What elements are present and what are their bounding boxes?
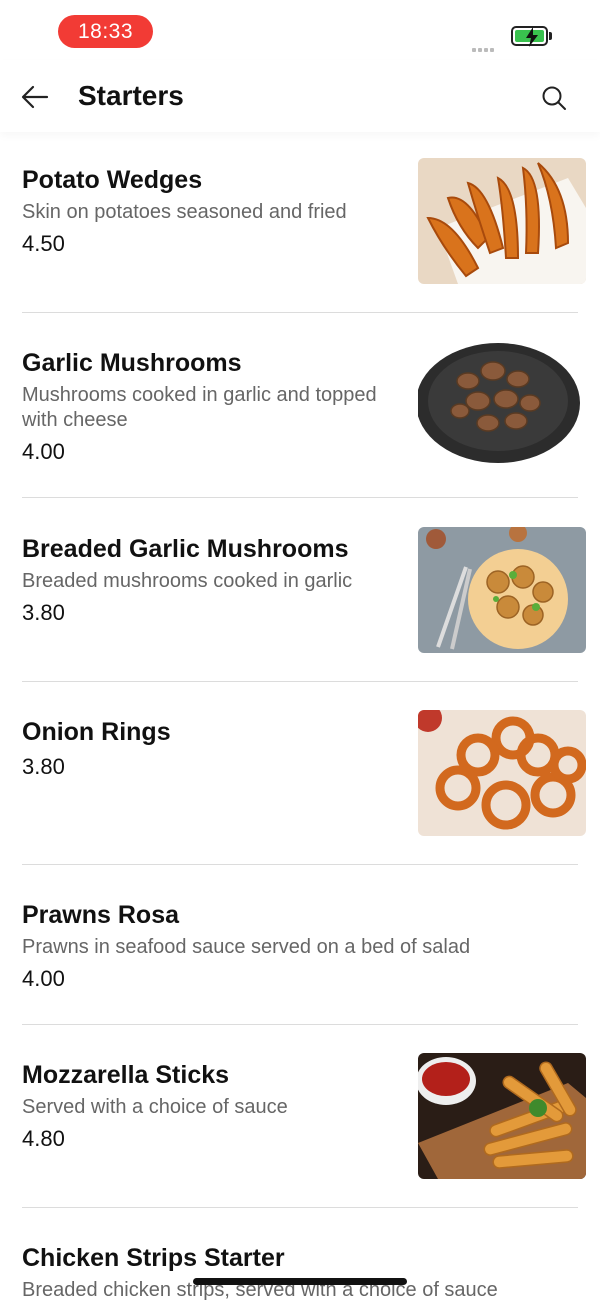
- signal-icon: [472, 39, 496, 57]
- back-button[interactable]: [20, 84, 50, 110]
- item-description: Breaded mushrooms cooked in garlic: [22, 570, 353, 592]
- battery-icon: [511, 26, 548, 47]
- onion-rings-photo: [418, 710, 586, 836]
- potato-wedges-photo: [418, 158, 586, 284]
- menu-item-breaded-garlic-mushrooms[interactable]: Breaded Garlic Mushrooms Breaded mushroo…: [22, 527, 586, 653]
- divider: [22, 864, 578, 865]
- item-description: Mushrooms cooked in garlic and topped wi…: [22, 384, 377, 431]
- divider: [22, 497, 578, 498]
- menu-item-prawns-rosa[interactable]: Prawns Rosa Prawns in seafood sauce serv…: [22, 899, 578, 994]
- breaded-mushrooms-photo: [418, 527, 586, 653]
- divider: [22, 1024, 578, 1025]
- menu-item-onion-rings[interactable]: Onion Rings 3.80: [22, 710, 586, 836]
- page-title: Starters: [78, 80, 184, 111]
- search-icon: [542, 86, 566, 110]
- divider: [22, 1207, 578, 1208]
- arrow-left-icon: [21, 85, 49, 109]
- home-indicator[interactable]: [193, 1278, 407, 1285]
- divider: [22, 681, 578, 682]
- menu-item-chicken-strips-starter[interactable]: Chicken Strips Starter Breaded chicken s…: [22, 1242, 578, 1303]
- mozzarella-sticks-photo: [418, 1053, 586, 1179]
- menu-item-mozzarella-sticks[interactable]: Mozzarella Sticks Served with a choice o…: [22, 1053, 586, 1179]
- battery-cap: [549, 32, 552, 40]
- garlic-mushrooms-photo: [418, 341, 586, 467]
- item-description: Skin on potatoes seasoned and fried: [22, 201, 347, 223]
- status-bar: 18:33: [0, 0, 600, 60]
- divider: [22, 312, 578, 313]
- item-description: Served with a choice of sauce: [22, 1096, 288, 1118]
- item-price: 4.00: [22, 966, 65, 991]
- item-name: Chicken Strips Starter: [22, 1244, 285, 1272]
- menu-item-potato-wedges[interactable]: Potato Wedges Skin on potatoes seasoned …: [22, 158, 586, 284]
- item-description: Prawns in seafood sauce served on a bed …: [22, 936, 471, 958]
- status-time: 18:33: [58, 15, 153, 48]
- menu-item-garlic-mushrooms[interactable]: Garlic Mushrooms Mushrooms cooked in gar…: [22, 341, 586, 467]
- search-button[interactable]: [540, 84, 568, 112]
- app-header: Starters: [0, 60, 600, 132]
- item-name: Prawns Rosa: [22, 901, 180, 929]
